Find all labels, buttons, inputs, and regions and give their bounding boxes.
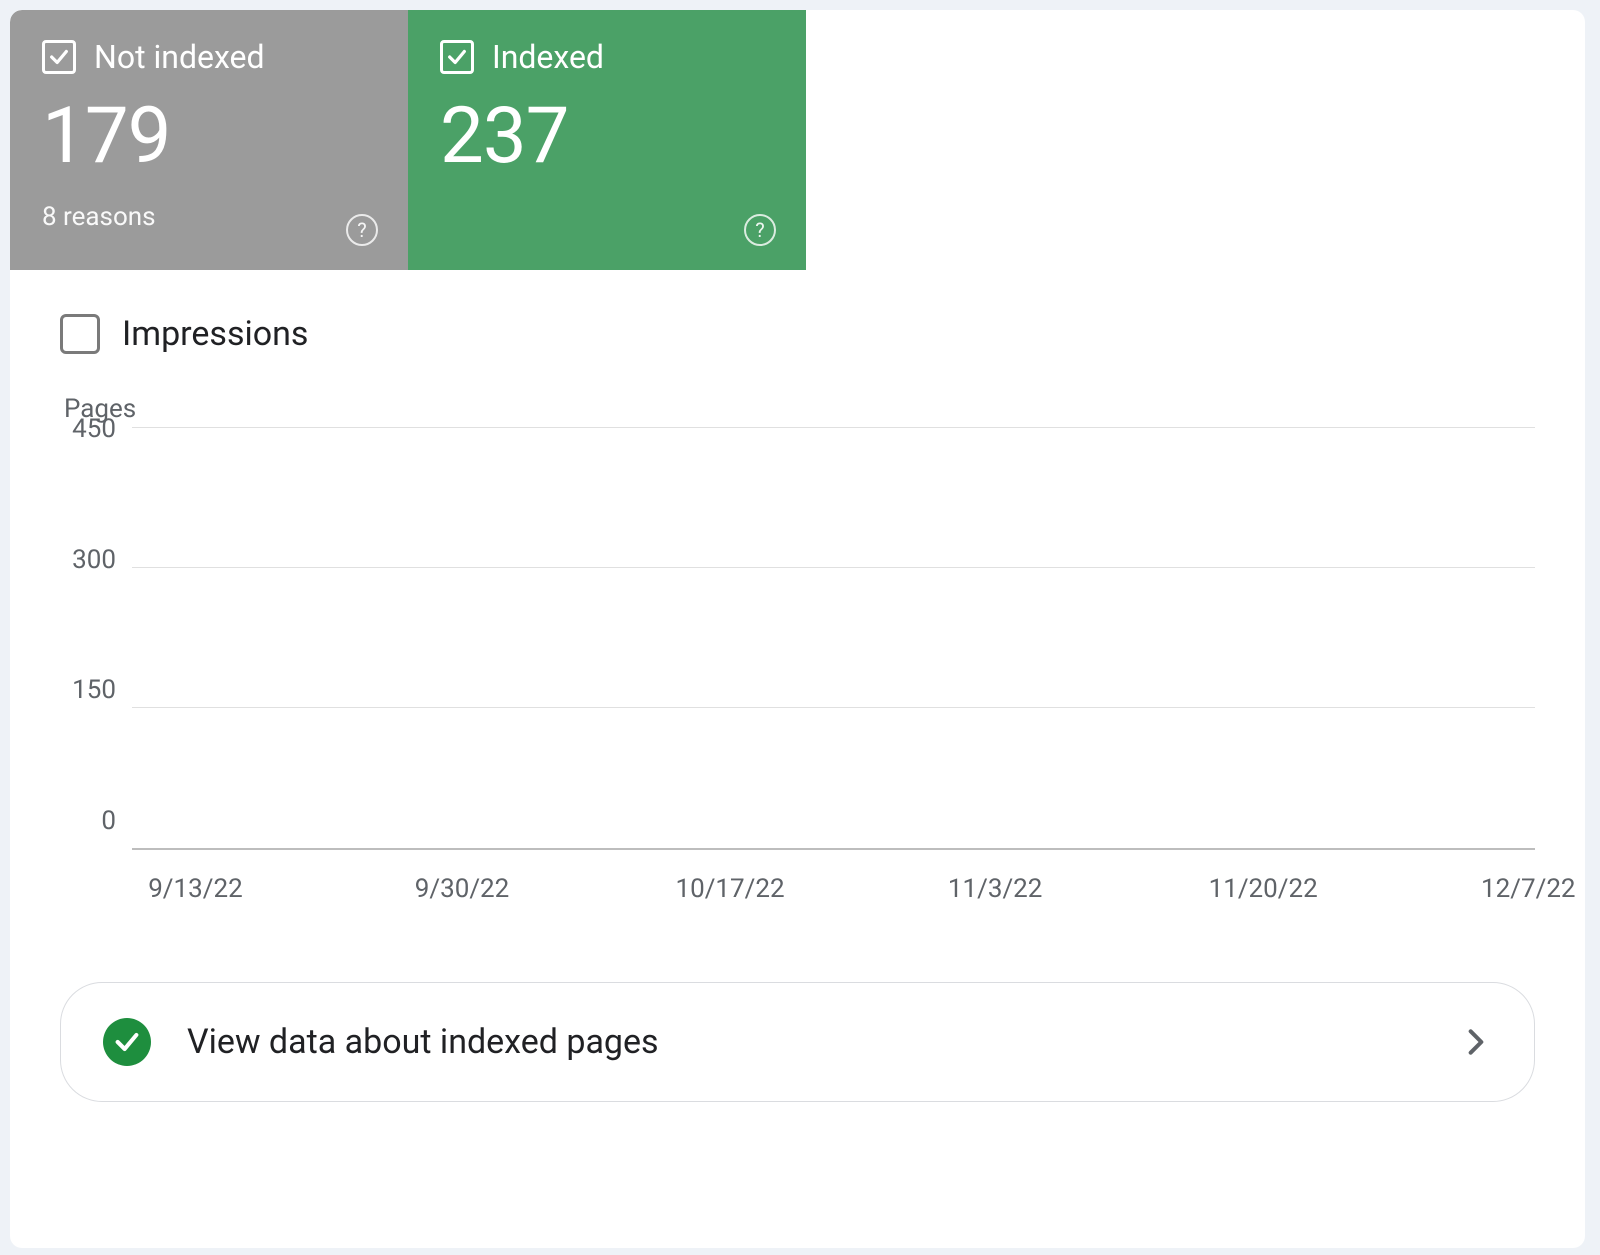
- gridline: [132, 707, 1535, 708]
- help-icon[interactable]: ?: [744, 214, 776, 246]
- view-indexed-data-button[interactable]: View data about indexed pages: [60, 982, 1535, 1102]
- gridline: [132, 427, 1535, 428]
- tile-indexed[interactable]: Indexed 237 ?: [408, 10, 806, 270]
- index-coverage-card: Not indexed 179 8 reasons ? Indexed 237 …: [10, 10, 1585, 1248]
- check-circle-icon: [103, 1018, 151, 1066]
- plot-area: [132, 428, 1535, 850]
- tile-value: 179: [42, 98, 376, 176]
- help-icon[interactable]: ?: [346, 214, 378, 246]
- y-axis-title: Pages: [60, 394, 1535, 424]
- summary-tiles: Not indexed 179 8 reasons ? Indexed 237 …: [10, 10, 1585, 270]
- x-tick-label: 9/13/22: [148, 874, 243, 904]
- impressions-toggle-row[interactable]: Impressions: [10, 270, 1585, 354]
- y-tick-label: 0: [101, 806, 116, 836]
- checkbox-checked-icon: [440, 40, 474, 74]
- y-tick-label: 150: [72, 675, 116, 705]
- x-tick-label: 10/17/22: [675, 874, 784, 904]
- impressions-label: Impressions: [122, 314, 308, 354]
- checkbox-unchecked-icon[interactable]: [60, 314, 100, 354]
- chevron-right-icon: [1460, 1026, 1492, 1058]
- y-tick-label: 450: [72, 414, 116, 444]
- x-tick-label: 9/30/22: [415, 874, 510, 904]
- tile-value: 237: [440, 98, 774, 176]
- y-tick-label: 300: [72, 545, 116, 575]
- x-tick-label: 12/7/22: [1481, 874, 1576, 904]
- gridline: [132, 567, 1535, 568]
- chart: Pages 450 300 150 0 9/13/22 9/30/22 10/17/22 1…: [10, 354, 1585, 910]
- tile-footer: 8 reasons: [42, 202, 376, 232]
- x-axis-ticks: 9/13/229/30/2210/17/2211/3/2211/20/2212/…: [132, 874, 1535, 910]
- x-tick-label: 11/20/22: [1209, 874, 1318, 904]
- x-tick-label: 11/3/22: [948, 874, 1043, 904]
- checkbox-checked-icon: [42, 40, 76, 74]
- chart-body: 4503001500: [60, 428, 1535, 850]
- bars-container: [186, 428, 1525, 848]
- tile-label: Indexed: [492, 38, 604, 76]
- tile-label: Not indexed: [94, 38, 265, 76]
- tile-not-indexed[interactable]: Not indexed 179 8 reasons ?: [10, 10, 408, 270]
- footer-label: View data about indexed pages: [187, 1022, 1460, 1062]
- tile-head: Indexed: [440, 38, 774, 76]
- tile-head: Not indexed: [42, 38, 376, 76]
- y-axis-ticks: 450 300 150 0: [60, 414, 132, 836]
